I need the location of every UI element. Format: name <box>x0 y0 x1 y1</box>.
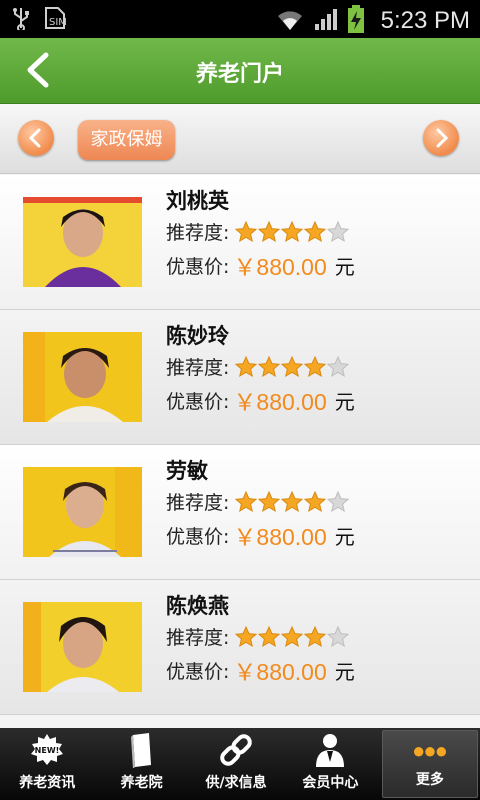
rating-stars <box>235 220 350 243</box>
price-value: ￥880.00 <box>233 254 327 280</box>
tab-label: 养老资讯 <box>19 775 76 791</box>
caregiver-photo <box>23 332 142 422</box>
price-unit: 元 <box>334 389 355 414</box>
price-unit: 元 <box>334 254 355 279</box>
category-bar: 家政保姆 <box>0 104 480 174</box>
price-label: 优惠价: <box>166 525 230 548</box>
tab-label: 更多 <box>415 772 444 788</box>
star-filled-icon <box>258 220 281 242</box>
star-filled-icon <box>281 355 304 377</box>
star-filled-icon <box>235 490 258 512</box>
tab-news[interactable]: NEW! 养老资讯 <box>0 728 94 800</box>
rating-label: 推荐度: <box>166 627 230 649</box>
star-filled-icon <box>258 625 281 647</box>
star-filled-icon <box>304 625 327 647</box>
tab-label: 供/求信息 <box>205 775 267 791</box>
caregiver-name: 劳敏 <box>166 459 208 483</box>
star-filled-icon <box>281 220 304 242</box>
rating-label: 推荐度: <box>166 222 230 244</box>
caregiver-photo <box>23 197 142 287</box>
price-label: 优惠价: <box>166 660 230 683</box>
star-filled-icon <box>258 355 281 377</box>
chevron-right-icon <box>436 128 449 148</box>
caregiver-name: 刘桃英 <box>166 189 229 213</box>
star-filled-icon <box>304 220 327 242</box>
new-badge-icon: NEW! <box>31 734 64 765</box>
price-row: 优惠价: ￥880.00 元 <box>166 248 355 282</box>
link-icon <box>220 734 252 766</box>
rating-row: 推荐度: <box>166 218 350 245</box>
price-row: 优惠价: ￥880.00 元 <box>166 518 355 552</box>
price-label: 优惠价: <box>166 255 230 278</box>
star-filled-icon <box>235 220 258 242</box>
star-filled-icon <box>304 355 327 377</box>
price-row: 优惠价: ￥880.00 元 <box>166 383 355 417</box>
clock: 5:23 PM <box>380 7 470 34</box>
price-unit: 元 <box>334 524 355 549</box>
svg-text:NEW!: NEW! <box>35 746 60 755</box>
tab-supply-demand[interactable]: 供/求信息 <box>189 728 283 800</box>
price-value: ￥880.00 <box>233 524 327 550</box>
tab-label: 养老院 <box>120 775 163 791</box>
price-label: 优惠价: <box>166 390 230 413</box>
rating-row: 推荐度: <box>166 353 350 380</box>
rating-label: 推荐度: <box>166 492 230 514</box>
price-value: ￥880.00 <box>233 659 327 685</box>
list-item[interactable]: 陈焕燕 推荐度: 优惠价: ￥880.00 元 <box>0 580 480 715</box>
title-bar: 养老门户 <box>0 38 480 104</box>
caregiver-photo <box>23 602 142 692</box>
rating-stars <box>235 625 350 648</box>
star-empty-icon <box>327 220 350 242</box>
star-empty-icon <box>327 625 350 647</box>
tab-label: 会员中心 <box>302 775 359 791</box>
status-bar: SIM 5:23 PM <box>0 0 480 38</box>
current-category-tab[interactable]: 家政保姆 <box>78 120 175 160</box>
caregiver-list: 刘桃英 推荐度: 优惠价: ￥880.00 元 陈妙玲 推荐度: 优惠价: ￥8… <box>0 175 480 728</box>
rating-stars <box>235 490 350 513</box>
price-unit: 元 <box>334 659 355 684</box>
battery-charging-icon <box>347 4 365 38</box>
page-title: 养老门户 <box>195 62 284 87</box>
rating-row: 推荐度: <box>166 488 350 515</box>
tab-member-center[interactable]: 会员中心 <box>283 728 377 800</box>
signal-icon <box>313 6 339 36</box>
list-item[interactable]: 陈妙玲 推荐度: 优惠价: ￥880.00 元 <box>0 310 480 445</box>
star-filled-icon <box>281 625 304 647</box>
next-category-button[interactable] <box>423 120 459 156</box>
sim-icon: SIM <box>44 6 67 35</box>
bottom-tab-bar: NEW! 养老资讯 养老院 供/求信息 会员中心 更多 <box>0 728 480 800</box>
star-filled-icon <box>281 490 304 512</box>
more-dots-icon <box>413 747 446 757</box>
wifi-icon <box>275 6 305 36</box>
price-value: ￥880.00 <box>233 389 327 415</box>
book-icon <box>130 733 151 768</box>
star-empty-icon <box>327 355 350 377</box>
star-filled-icon <box>258 490 281 512</box>
caregiver-name: 陈焕燕 <box>166 594 229 618</box>
caregiver-name: 陈妙玲 <box>166 324 229 348</box>
chevron-left-icon <box>28 128 41 148</box>
caregiver-photo <box>23 467 142 557</box>
prev-category-button[interactable] <box>18 120 54 156</box>
star-filled-icon <box>235 355 258 377</box>
star-filled-icon <box>235 625 258 647</box>
tab-nursing-home[interactable]: 养老院 <box>94 728 188 800</box>
rating-label: 推荐度: <box>166 357 230 379</box>
price-row: 优惠价: ￥880.00 元 <box>166 653 355 687</box>
svg-text:SIM: SIM <box>49 17 66 28</box>
star-filled-icon <box>304 490 327 512</box>
usb-icon <box>12 6 30 35</box>
rating-row: 推荐度: <box>166 623 350 650</box>
star-empty-icon <box>327 490 350 512</box>
list-item[interactable]: 劳敏 推荐度: 优惠价: ￥880.00 元 <box>0 445 480 580</box>
member-icon <box>316 734 345 767</box>
tab-more[interactable]: 更多 <box>381 730 479 798</box>
rating-stars <box>235 355 350 378</box>
list-item[interactable]: 刘桃英 推荐度: 优惠价: ￥880.00 元 <box>0 175 480 310</box>
